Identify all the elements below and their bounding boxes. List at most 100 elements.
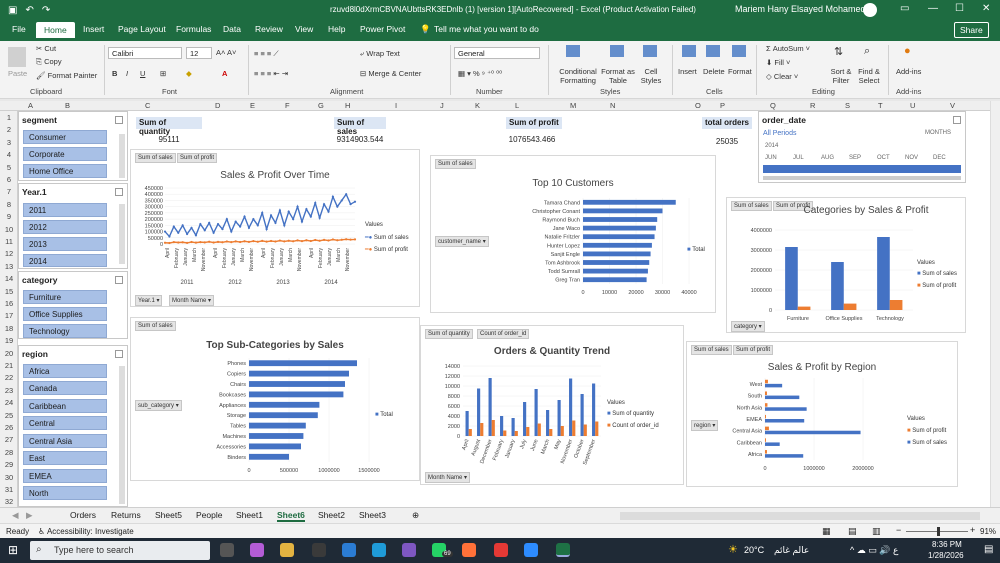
chrome-icon[interactable] (494, 543, 508, 557)
row-header[interactable]: 15 (0, 287, 18, 296)
bold-button[interactable]: B (112, 69, 117, 78)
redo-icon[interactable]: ↷ (42, 5, 50, 16)
slicer-item[interactable]: Furniture (23, 290, 107, 304)
column-header[interactable]: N (610, 101, 615, 110)
add-ins-button[interactable]: Add-ins (896, 67, 921, 76)
slicer-item[interactable]: Corporate (23, 147, 107, 161)
zoom-app-icon[interactable] (524, 543, 538, 557)
sheet-tab[interactable]: Returns (111, 510, 141, 520)
number-format-select[interactable]: General (454, 47, 540, 59)
clear-button[interactable]: ◇ Clear ˅ (766, 72, 798, 81)
font-name-select[interactable]: Calibri (108, 47, 182, 59)
paste-icon[interactable] (8, 47, 26, 67)
windows-start-icon[interactable]: ⊞ (8, 543, 18, 557)
fill-color-icon[interactable]: ◆ (186, 69, 192, 78)
horizontal-scrollbar[interactable] (620, 512, 980, 520)
row-header[interactable]: 6 (0, 175, 18, 184)
row-header[interactable]: 13 (0, 262, 18, 271)
row-header[interactable]: 4 (0, 150, 18, 159)
row-header[interactable]: 9 (0, 212, 18, 221)
sheet-tab[interactable]: People (196, 510, 222, 520)
format-as-table-button[interactable]: Format as Table (600, 67, 636, 85)
ribbon-display-icon[interactable]: ▭ (900, 3, 909, 14)
number-format-icons[interactable]: ▦ ▾ % ⁹ ⁺⁰ ⁰⁰ (458, 69, 502, 78)
outlook-icon[interactable] (342, 543, 356, 557)
chart-sales-profit-over-time[interactable]: Sum of sales Sum of profit Sales & Profi… (130, 149, 420, 307)
column-header[interactable]: V (950, 101, 955, 110)
row-header[interactable]: 25 (0, 411, 18, 420)
chart-orders-quantity-trend[interactable]: Sum of quantity Count of order_id Orders… (420, 325, 684, 485)
slicer-item[interactable]: Office Supplies (23, 307, 107, 321)
field-button[interactable]: sub_category ▾ (135, 400, 182, 411)
worksheet-grid[interactable]: segment Consumer Corporate Home Office Y… (18, 111, 990, 507)
row-header[interactable]: 2 (0, 125, 18, 134)
cell-styles-button[interactable]: Cell Styles (638, 67, 664, 85)
format-cells-icon[interactable] (732, 45, 746, 57)
field-button[interactable]: Month Name ▾ (425, 472, 471, 483)
cut-button[interactable]: ✂ Cut (36, 44, 56, 53)
sheet-tab[interactable]: Sheet5 (155, 510, 182, 520)
slicer-item[interactable]: 2011 (23, 203, 107, 217)
sheet-tab[interactable]: Orders (70, 510, 96, 520)
view-normal-icon[interactable]: ▦ (822, 526, 831, 537)
tab-insert[interactable]: Insert (83, 24, 104, 34)
row-header[interactable]: 12 (0, 249, 18, 258)
row-header[interactable]: 7 (0, 187, 18, 196)
slicer-scrollbar[interactable] (119, 204, 125, 264)
column-header[interactable]: L (515, 101, 519, 110)
row-header[interactable]: 20 (0, 349, 18, 358)
accessibility-status[interactable]: ♿ Accessibility: Investigate (38, 527, 134, 536)
row-header[interactable]: 24 (0, 398, 18, 407)
row-header[interactable]: 28 (0, 448, 18, 457)
edge-icon[interactable] (372, 543, 386, 557)
close-icon[interactable]: ✕ (982, 3, 990, 14)
insert-cells-button[interactable]: Insert (678, 67, 697, 76)
field-button[interactable]: category ▾ (731, 321, 765, 332)
visual-studio-icon[interactable] (402, 543, 416, 557)
slicer-item[interactable]: Central Asia (23, 434, 107, 448)
tab-review[interactable]: Review (255, 24, 283, 34)
add-sheet-icon[interactable]: ⊕ (412, 510, 419, 521)
sheet-tab-active[interactable]: Sheet6 (277, 510, 305, 522)
slicer-item[interactable]: Consumer (23, 130, 107, 144)
chart-top-sub-categories[interactable]: Sum of sales Top Sub-Categories by Sales… (130, 317, 420, 481)
column-header[interactable]: C (145, 101, 150, 110)
timeline-bar[interactable] (763, 165, 961, 173)
view-page-break-icon[interactable]: ▥ (872, 526, 881, 537)
column-header[interactable]: F (285, 101, 290, 110)
slicer-item[interactable]: 2014 (23, 254, 107, 267)
column-header[interactable]: I (395, 101, 397, 110)
column-header[interactable]: A (28, 101, 33, 110)
row-header[interactable]: 18 (0, 324, 18, 333)
borders-icon[interactable]: ⊞ (160, 69, 166, 78)
column-header[interactable]: B (65, 101, 70, 110)
slicer-scrollbar[interactable] (119, 366, 125, 504)
format-as-table-icon[interactable] (610, 45, 624, 57)
next-sheet-icon[interactable]: ▶ (26, 510, 33, 521)
chart-top-10-customers[interactable]: Sum of sales Top 10 Customers 0 10000 2000… (430, 155, 716, 313)
clock-date[interactable]: 1/28/2026 (928, 551, 964, 560)
tell-me-box[interactable]: Tell me what you want to do (434, 24, 539, 34)
row-header[interactable]: 10 (0, 225, 18, 234)
view-page-layout-icon[interactable]: ▤ (848, 526, 857, 537)
row-header[interactable]: 22 (0, 373, 18, 382)
chart-sales-profit-by-region[interactable]: Sum of sales Sum of profit Sales & Profi… (686, 341, 958, 487)
share-button[interactable]: Share (954, 22, 989, 38)
vertical-scrollbar[interactable] (990, 101, 1000, 507)
row-header[interactable]: 17 (0, 311, 18, 320)
row-header[interactable]: 27 (0, 435, 18, 444)
tab-page-layout[interactable]: Page Layout (118, 24, 166, 34)
slicer-item[interactable]: North (23, 486, 107, 500)
row-header[interactable]: 21 (0, 361, 18, 370)
format-painter-button[interactable]: 🖌 Format Painter (36, 71, 97, 80)
align-horizontal-icons[interactable]: ≡ ≡ ≡ ⇤ ⇥ (254, 69, 288, 78)
column-header[interactable]: R (810, 101, 815, 110)
column-header[interactable]: S (845, 101, 850, 110)
slicer-item[interactable]: 2012 (23, 220, 107, 234)
slicer-item[interactable]: Technology (23, 324, 107, 338)
sheet-tab[interactable]: Sheet3 (359, 510, 386, 520)
tab-file[interactable]: File (12, 24, 26, 34)
align-top-icons[interactable]: ≡ ≡ ≡ ⟋ (254, 49, 279, 59)
clock-time[interactable]: 8:36 PM (932, 540, 962, 549)
tab-data[interactable]: Data (223, 24, 241, 34)
